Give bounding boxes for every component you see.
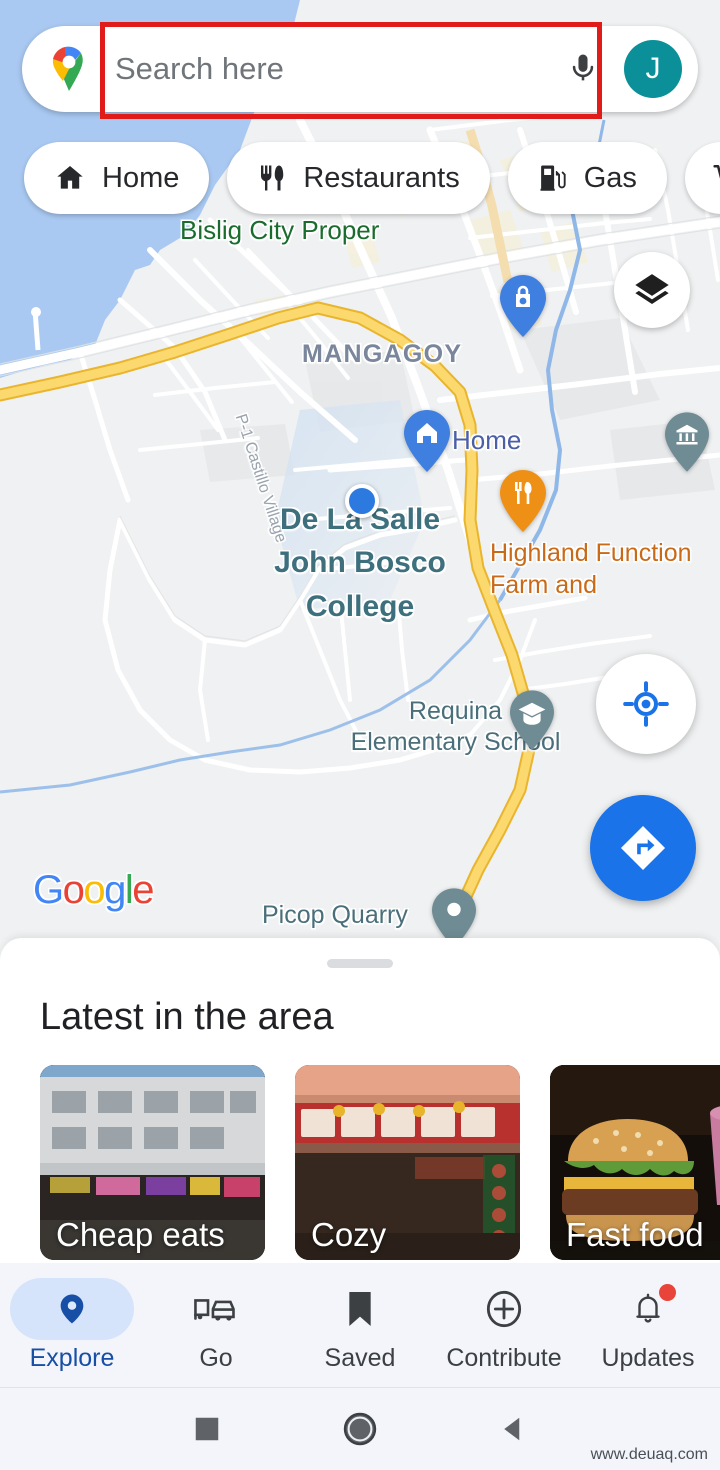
search-bar[interactable]: J [22,26,698,112]
my-location-button[interactable] [596,654,696,754]
nav-item-explore[interactable]: Explore [0,1263,144,1387]
nav-label-saved: Saved [324,1343,396,1372]
plus-circle-icon [486,1290,522,1327]
nav-label-updates: Updates [601,1343,695,1372]
chip-gas-label: Gas [583,161,637,194]
restaurant-fork-knife-icon [261,165,284,191]
nav-label-go: Go [199,1343,233,1372]
chip-home[interactable]: Home [24,142,210,214]
nav-label-explore: Explore [29,1343,115,1372]
chip-restaurants-label: Restaurants [303,161,460,194]
search-input[interactable] [115,51,556,87]
nav-item-go[interactable]: Go [144,1263,288,1387]
card-cozy-restaurants[interactable]: Cozy [295,1065,520,1260]
location-pin-icon [60,1294,84,1323]
map-pin-school[interactable] [510,690,554,750]
sheet-drag-handle[interactable] [327,959,393,968]
map-pin-shopping[interactable] [500,275,546,337]
google-attribution-logo: Google [33,868,154,912]
map-pin-home[interactable] [404,410,450,472]
site-watermark: www.deuaq.com [590,1446,708,1463]
card-caption: Cozy [311,1216,387,1254]
avatar[interactable]: J [624,40,682,98]
sheet-title: Latest in the area [40,996,334,1038]
my-location-icon [623,681,669,727]
nav-label-contribute: Contribute [446,1343,562,1372]
map-pin-civic[interactable] [665,412,709,472]
user-location-dot [345,484,379,518]
category-chip-row[interactable]: Home Restaurants Gas [0,140,720,216]
microphone-icon[interactable] [556,42,610,96]
commute-car-icon [194,1298,235,1321]
nav-item-contribute[interactable]: Contribute [432,1263,576,1387]
shopping-cart-icon [713,165,720,180]
triangle-back-icon[interactable] [498,1413,528,1445]
layers-icon [635,274,669,304]
chip-home-label: Home [102,161,180,194]
bottom-navigation-bar[interactable]: Explore Go Saved Contribute Updates [0,1263,720,1388]
map-pin-quarry[interactable] [432,888,476,940]
updates-badge-dot [659,1283,676,1301]
circle-home-icon[interactable] [342,1411,378,1447]
square-recents-icon[interactable] [192,1414,222,1444]
google-maps-logo-icon [52,46,83,91]
card-caption: Cheap eats [56,1216,225,1254]
chip-gas[interactable]: Gas [507,142,667,214]
card-fast-food-restaurants[interactable]: Fast food [550,1065,720,1260]
nav-item-updates[interactable]: Updates [576,1263,720,1387]
gas-pump-icon [540,165,566,191]
chip-groceries[interactable] [684,142,720,214]
map-pin-restaurant[interactable] [500,470,546,532]
card-cheap-eats[interactable]: Cheap eats [40,1065,265,1260]
bookmark-icon [349,1291,371,1326]
directions-button[interactable] [590,795,696,901]
directions-icon [620,825,666,871]
home-icon [57,166,83,189]
map-layers-button[interactable] [614,252,690,328]
card-caption: Fast food [566,1216,704,1254]
latest-cards-row[interactable]: Cheap eats Cozy Fast food [40,1065,720,1260]
chip-restaurants[interactable]: Restaurants [227,142,490,214]
nav-item-saved[interactable]: Saved [288,1263,432,1387]
